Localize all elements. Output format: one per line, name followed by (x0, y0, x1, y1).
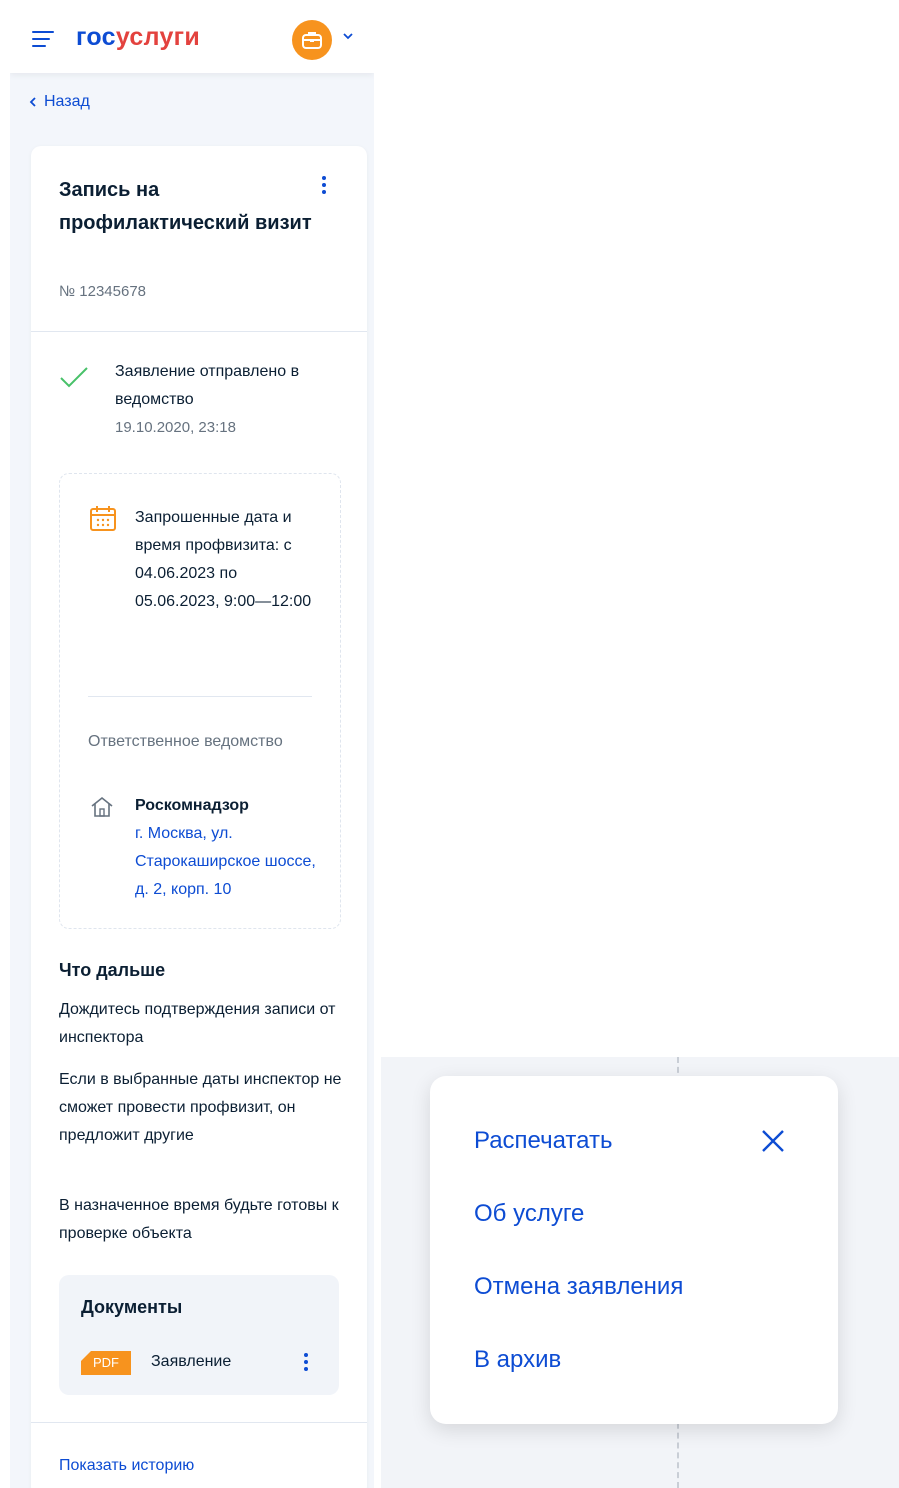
menu-item-print[interactable]: Распечатать (474, 1127, 612, 1155)
business-profile-icon[interactable] (292, 20, 332, 60)
document-options-icon[interactable] (301, 1353, 311, 1375)
menu-burger-icon[interactable] (32, 29, 56, 49)
next-steps-paragraph: В назначенное время будьте готовы к пров… (59, 1197, 339, 1242)
options-menu-preview: Распечатать Об услуге Отмена заявления В… (381, 1057, 899, 1488)
documents-section: Документы PDF Заявление (59, 1275, 339, 1395)
application-number: № 12345678 (59, 283, 146, 300)
responsible-agency-label: Ответственное ведомство (88, 733, 283, 750)
status-timestamp: 19.10.2020, 23:18 (115, 419, 236, 436)
menu-item-archive[interactable]: В архив (474, 1346, 561, 1374)
chevron-down-icon[interactable] (342, 31, 354, 41)
logo-text-uslugi: услуги (115, 23, 201, 51)
more-options-icon[interactable] (319, 176, 329, 198)
building-icon (91, 796, 113, 817)
visit-info-box: Запрошенные дата и время профвизита: с 0… (59, 473, 341, 929)
pdf-file-icon: PDF (81, 1351, 131, 1375)
menu-item-cancel-application[interactable]: Отмена заявления (474, 1273, 683, 1301)
checkmark-icon (60, 367, 88, 388)
options-popup: Распечатать Об услуге Отмена заявления В… (430, 1076, 838, 1424)
gosuslugi-logo[interactable]: госуслуги (76, 21, 200, 53)
application-card: Запись на профилактический визит № 12345… (31, 146, 367, 1488)
menu-item-about-service[interactable]: Об услуге (474, 1200, 584, 1228)
page-title: Запись на профилактический визит (59, 179, 312, 234)
back-label: Назад (44, 93, 90, 110)
next-steps-paragraph: Дождитесь подтверждения записи от инспек… (59, 1001, 336, 1046)
show-history-link[interactable]: Показать историю (59, 1457, 194, 1475)
agency-address-link[interactable]: г. Москва, ул. Старокаширское шоссе, д. … (135, 820, 325, 904)
document-link[interactable]: Заявление (151, 1353, 231, 1371)
divider (88, 696, 312, 697)
agency-name: Роскомнадзор (135, 797, 249, 814)
calendar-icon (90, 506, 116, 531)
divider (31, 1422, 367, 1423)
app-header: госуслуги (10, 5, 374, 73)
mobile-screen: госуслуги Назад Запись на профилактическ… (10, 5, 374, 1488)
chevron-left-icon (29, 97, 36, 107)
requested-datetime: Запрошенные дата и время профвизита: с 0… (135, 509, 312, 610)
next-steps-heading: Что дальше (59, 960, 166, 980)
next-steps-paragraph: Если в выбранные даты инспектор не сможе… (59, 1071, 342, 1144)
divider (31, 331, 367, 332)
logo-text-gos: гос (76, 23, 116, 51)
back-link[interactable]: Назад (29, 93, 90, 111)
close-icon[interactable] (760, 1128, 786, 1154)
status-text: Заявление отправлено в ведомство (115, 363, 300, 408)
documents-heading: Документы (81, 1297, 183, 1317)
